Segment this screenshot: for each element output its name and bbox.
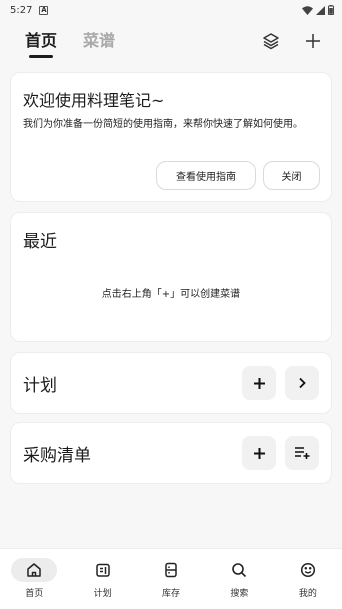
home-icon	[11, 558, 58, 582]
playlist-add-icon	[295, 447, 310, 459]
welcome-body: 我们为你准备一份简短的使用指南，来帮你快速了解如何使用。	[23, 119, 303, 130]
close-button[interactable]: 关闭	[263, 161, 320, 190]
nav-home-label: 首页	[25, 589, 44, 599]
nav-profile[interactable]: 我的	[274, 549, 342, 609]
shopping-add-button[interactable]	[242, 436, 276, 470]
plus-icon	[253, 447, 265, 459]
nav-profile-label: 我的	[298, 589, 317, 599]
nav-inventory[interactable]: 库存	[137, 549, 205, 609]
layers-icon[interactable]	[260, 30, 282, 52]
status-time: 5:27	[10, 4, 33, 16]
shopping-list-card[interactable]: 采购清单	[10, 422, 332, 484]
plan-add-button[interactable]	[242, 366, 276, 400]
welcome-card: 欢迎使用料理笔记~ 我们为你准备一份简短的使用指南，来帮你快速了解如何使用。 查…	[10, 72, 332, 202]
plan-title: 计划	[23, 375, 57, 396]
nav-plan[interactable]: 计划	[68, 549, 136, 609]
plan-card[interactable]: 计划	[10, 352, 332, 414]
fridge-icon	[148, 558, 194, 582]
nav-home[interactable]: 首页	[0, 549, 68, 609]
nav-search-label: 搜索	[230, 589, 249, 599]
tab-recipes[interactable]: 菜谱	[83, 27, 115, 55]
recent-empty-text: 点击右上角「+」可以创建菜谱	[101, 289, 241, 300]
recent-title: 最近	[23, 232, 57, 252]
bottom-nav: 首页 计划 库存 搜索 我的	[0, 548, 342, 609]
chevron-right-icon	[299, 377, 306, 389]
nav-search[interactable]: 搜索	[205, 549, 273, 609]
notification-icon: A	[39, 5, 49, 15]
wifi-icon	[302, 5, 313, 15]
nav-plan-label: 计划	[93, 589, 112, 599]
smiley-icon	[285, 558, 331, 582]
calendar-icon	[80, 558, 126, 582]
top-bar: 首页 菜谱	[0, 24, 342, 58]
tab-home[interactable]: 首页	[25, 27, 57, 58]
status-bar: 5:27 A	[0, 0, 342, 20]
search-icon	[216, 558, 262, 582]
signal-icon	[316, 5, 325, 15]
plus-icon[interactable]	[302, 30, 324, 52]
plan-open-button[interactable]	[285, 366, 319, 400]
battery-icon	[328, 5, 334, 15]
welcome-title: 欢迎使用料理笔记~	[23, 91, 165, 110]
shopping-title: 采购清单	[23, 445, 91, 466]
nav-inventory-label: 库存	[162, 589, 181, 599]
view-guide-button[interactable]: 查看使用指南	[156, 161, 256, 190]
plus-icon	[253, 377, 265, 389]
shopping-list-add-button[interactable]	[285, 436, 319, 470]
recent-card: 最近 点击右上角「+」可以创建菜谱	[10, 212, 332, 342]
